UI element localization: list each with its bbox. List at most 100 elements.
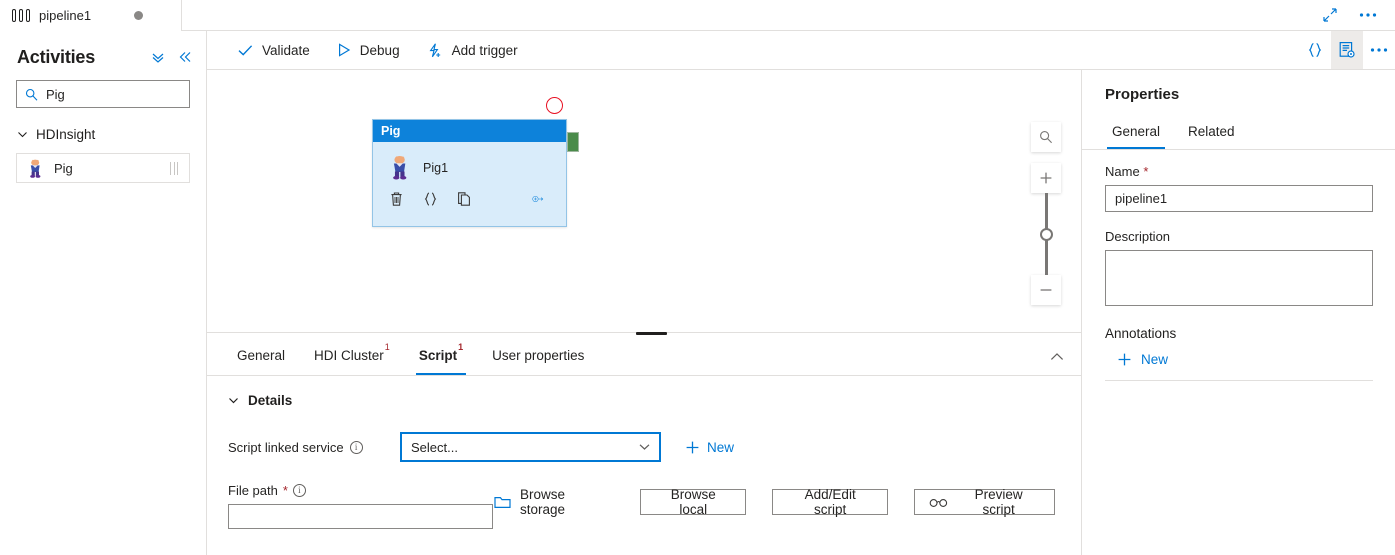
tab-general-label: General xyxy=(237,347,286,363)
new-linked-service-label: New xyxy=(707,439,735,455)
add-trigger-button[interactable]: Add trigger xyxy=(416,35,529,65)
file-path-input[interactable] xyxy=(228,504,493,529)
file-path-label: File path xyxy=(228,483,278,498)
activity-group-hdinsight[interactable]: HDInsight xyxy=(17,124,206,144)
pig-activity-icon xyxy=(27,159,44,178)
more-ellipsis-icon[interactable] xyxy=(1353,1,1383,29)
properties-general-pane: Name * Description Annotations New xyxy=(1082,150,1395,381)
properties-panel-icon[interactable] xyxy=(1331,31,1363,69)
validate-button[interactable]: Validate xyxy=(227,35,321,65)
browse-storage-button[interactable]: Browse storage xyxy=(494,487,612,517)
description-textarea[interactable] xyxy=(1105,250,1373,306)
zoom-to-fit-icon[interactable] xyxy=(1031,122,1061,152)
script-linked-service-label: Script linked service xyxy=(228,439,344,455)
details-section-header[interactable]: Details xyxy=(228,390,1081,410)
tab-user-properties[interactable]: User properties xyxy=(483,335,593,375)
unsaved-changes-dot xyxy=(134,10,144,20)
tab-script-badge: 1 xyxy=(458,342,464,352)
properties-panel-tabs: General Related xyxy=(1082,114,1395,150)
pipeline-canvas[interactable]: Pig Pig1 xyxy=(207,70,1081,333)
add-edit-script-label: Add/Edit script xyxy=(804,487,856,517)
zoom-out-icon[interactable] xyxy=(1031,275,1061,305)
activities-search[interactable] xyxy=(16,80,190,108)
annotation-circle xyxy=(546,97,563,114)
activity-node-name: Pig1 xyxy=(423,160,449,175)
add-output-icon[interactable] xyxy=(532,191,566,207)
zoom-slider-handle[interactable] xyxy=(1040,228,1053,241)
delete-activity-icon[interactable] xyxy=(389,191,423,207)
description-field-label: Description xyxy=(1105,229,1171,244)
browse-local-label: Browse local xyxy=(670,487,716,517)
activity-node-header: Pig xyxy=(373,120,566,142)
code-braces-icon[interactable] xyxy=(423,191,457,207)
search-icon xyxy=(25,88,38,101)
activity-tabs: General HDI Cluster 1 Script 1 User prop… xyxy=(207,336,1081,376)
activities-title: Activities xyxy=(17,46,96,67)
activity-properties-panel: General HDI Cluster 1 Script 1 User prop… xyxy=(207,336,1081,555)
script-linked-service-value: Select... xyxy=(411,439,458,455)
file-path-required: * xyxy=(282,483,288,498)
activity-item-label: Pig xyxy=(54,160,73,176)
pig-activity-icon xyxy=(389,155,411,180)
properties-tab-general[interactable]: General xyxy=(1105,113,1167,149)
command-bar-right xyxy=(1299,31,1395,70)
play-triangle-icon xyxy=(337,43,351,57)
activity-node-pig1[interactable]: Pig Pig1 xyxy=(372,119,567,227)
tab-script-label: Script xyxy=(418,347,458,363)
chevron-down-icon xyxy=(17,129,28,140)
tab-hdi-cluster-label: HDI Cluster xyxy=(314,347,384,363)
tab-script[interactable]: Script 1 xyxy=(410,335,472,375)
preview-script-button[interactable]: Preview script xyxy=(914,487,1055,517)
tab-general[interactable]: General xyxy=(228,335,294,375)
more-ellipsis-icon[interactable] xyxy=(1363,31,1395,69)
script-linked-service-label-wrap: Script linked service i xyxy=(228,440,400,455)
chevron-up-icon[interactable] xyxy=(1047,347,1067,367)
browse-local-button[interactable]: Browse local xyxy=(640,487,747,517)
debug-button[interactable]: Debug xyxy=(326,35,411,65)
tab-hdi-cluster-badge: 1 xyxy=(384,342,390,352)
search-input[interactable] xyxy=(46,86,181,102)
details-section-label: Details xyxy=(248,392,293,408)
pipeline-tab-label: pipeline1 xyxy=(39,7,92,23)
splitter-drag-handle[interactable] xyxy=(636,332,667,335)
add-annotation-button[interactable]: New xyxy=(1105,352,1372,367)
plus-icon xyxy=(1117,352,1132,367)
code-braces-icon[interactable] xyxy=(1299,31,1331,69)
activity-item-pig[interactable]: Pig xyxy=(16,153,190,183)
zoom-in-icon[interactable] xyxy=(1031,163,1061,193)
adf-pipeline-editor: pipeline1 Activities Pig HDInsight Pig V… xyxy=(0,0,1395,555)
lightning-plus-icon xyxy=(427,42,443,58)
folder-icon xyxy=(494,495,511,509)
pipeline-tab[interactable]: pipeline1 xyxy=(0,0,182,31)
zoom-slider[interactable] xyxy=(1031,193,1061,275)
script-linked-service-select[interactable]: Select... xyxy=(400,432,661,462)
debug-label: Debug xyxy=(359,42,400,58)
properties-tab-related[interactable]: Related xyxy=(1181,113,1242,149)
properties-tab-general-label: General xyxy=(1112,123,1161,139)
canvas-zoom-controls xyxy=(1031,122,1061,305)
activity-node-actions xyxy=(373,180,566,207)
info-icon[interactable]: i xyxy=(349,440,363,454)
new-linked-service-button[interactable]: New xyxy=(685,440,734,455)
info-icon[interactable]: i xyxy=(292,484,306,497)
drag-grip-icon[interactable] xyxy=(170,161,185,175)
name-field-label: Name xyxy=(1105,164,1140,179)
name-input[interactable] xyxy=(1105,185,1373,212)
checkmark-icon xyxy=(238,44,253,57)
activities-panel: Activities HDInsight xyxy=(0,31,207,555)
properties-panel-title: Properties xyxy=(1105,86,1180,103)
double-chevron-down-icon[interactable] xyxy=(149,48,167,66)
tab-strip-actions xyxy=(1315,1,1395,29)
success-connector-handle[interactable] xyxy=(567,132,579,152)
add-annotation-label: New xyxy=(1141,352,1169,367)
double-chevron-left-icon[interactable] xyxy=(176,48,194,66)
chevron-down-icon xyxy=(228,395,239,406)
file-path-label-wrap: File path * i xyxy=(228,483,494,498)
file-path-left: File path * i xyxy=(228,483,494,529)
chevron-down-icon xyxy=(639,443,650,451)
expand-diagonal-icon[interactable] xyxy=(1315,1,1345,29)
clone-activity-icon[interactable] xyxy=(457,191,491,207)
add-edit-script-button[interactable]: Add/Edit script xyxy=(772,487,889,517)
activities-header: Activities xyxy=(0,31,206,71)
tab-hdi-cluster[interactable]: HDI Cluster 1 xyxy=(305,335,399,375)
